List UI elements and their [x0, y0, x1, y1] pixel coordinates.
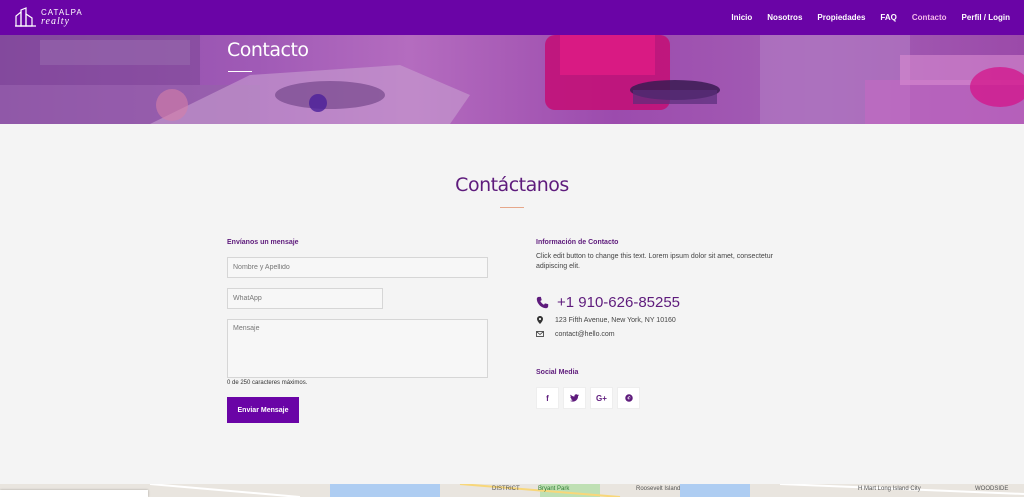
message-textarea[interactable] [227, 319, 488, 378]
social-heading: Social Media [536, 369, 579, 376]
char-counter: 0 de 250 caracteres máximos. [227, 380, 308, 386]
email-text[interactable]: contact@hello.com [555, 331, 615, 338]
page-title: Contacto [227, 39, 309, 61]
nav-menu: Inicio Nosotros Propiedades FAQ Contacto… [731, 0, 1010, 35]
top-navbar: CATALPA realty Inicio Nosotros Propiedad… [0, 0, 1024, 35]
map-label-h-mart: H Mart Long Island City [858, 486, 921, 492]
address-text: 123 Fifth Avenue, New York, NY 10160 [555, 316, 676, 324]
section-title-divider [500, 207, 524, 208]
send-message-button[interactable]: Enviar Mensaje [227, 397, 299, 423]
phone-row: +1 910-626-85255 [536, 292, 680, 312]
map-label-district: DISTRICT [492, 486, 520, 492]
hero-banner: Contacto [0, 35, 1024, 124]
building-logo-icon [15, 7, 36, 27]
facebook-button[interactable]: f [536, 387, 559, 409]
hero-title-underline [228, 71, 252, 72]
nav-item-contacto[interactable]: Contacto [912, 13, 947, 22]
nav-item-perfil-login[interactable]: Perfil / Login [962, 13, 1010, 22]
brand-logo[interactable]: CATALPA realty [15, 6, 83, 28]
email-row: contact@hello.com [536, 329, 615, 339]
pinterest-icon [624, 394, 633, 402]
pinterest-button[interactable] [617, 387, 640, 409]
phone-number: +1 910-626-85255 [557, 293, 681, 311]
brand-line-2: realty [41, 16, 70, 27]
map-label-bryant-park: Bryant Park [538, 486, 570, 492]
google-plus-button[interactable]: G+ [590, 387, 613, 409]
map-info-card[interactable] [0, 490, 148, 497]
section-title: Contáctanos [455, 174, 569, 196]
twitter-icon [570, 394, 579, 402]
map-pin-icon [536, 316, 544, 324]
map-embed[interactable]: DISTRICT Bryant Park Roosevelt Island H … [0, 484, 1024, 497]
phone-icon [536, 296, 549, 308]
envelope-icon [536, 330, 544, 338]
map-label-woodside: WOODSIDE [975, 486, 1009, 492]
name-input[interactable] [227, 257, 488, 278]
google-plus-icon: G+ [596, 393, 607, 403]
form-heading: Envíanos un mensaje [227, 239, 299, 246]
map-label-roosevelt-island: Roosevelt Island [636, 486, 681, 492]
hero-background-image [0, 35, 1024, 124]
whatsapp-input[interactable] [227, 288, 383, 309]
brand-name: CATALPA realty [41, 8, 83, 27]
facebook-icon: f [546, 393, 549, 403]
twitter-button[interactable] [563, 387, 586, 409]
contact-info-text: Click edit button to change this text. L… [536, 253, 773, 270]
address-row: 123 Fifth Avenue, New York, NY 10160 [536, 315, 676, 325]
nav-item-inicio[interactable]: Inicio [731, 13, 752, 22]
nav-item-propiedades[interactable]: Propiedades [817, 13, 865, 22]
nav-item-nosotros[interactable]: Nosotros [767, 13, 802, 22]
nav-item-faq[interactable]: FAQ [880, 13, 896, 22]
contact-info-heading: Información de Contacto [536, 239, 619, 246]
